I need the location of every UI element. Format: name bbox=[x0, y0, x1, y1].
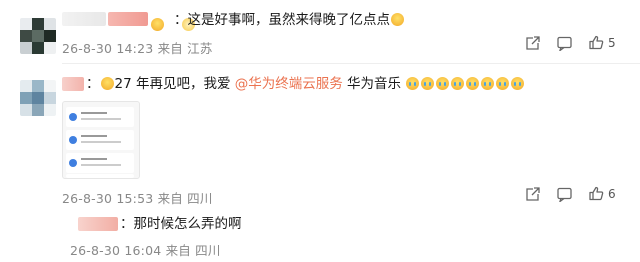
comment-location: 来自 江苏 bbox=[157, 41, 213, 56]
reply-username[interactable] bbox=[78, 217, 118, 231]
cry-emoji-icon bbox=[496, 77, 510, 90]
avatar[interactable] bbox=[20, 80, 56, 116]
cry-emoji-icon bbox=[451, 77, 465, 90]
comment-icon bbox=[557, 187, 572, 202]
image-thumbnail[interactable] bbox=[62, 101, 140, 179]
username-suffix[interactable] bbox=[108, 12, 148, 26]
comment-body-after: 华为音乐 bbox=[342, 76, 402, 92]
cry-emoji-icon bbox=[511, 77, 525, 90]
comment-prefix: ： bbox=[86, 76, 100, 92]
reply-location: 来自 四川 bbox=[165, 243, 221, 258]
username[interactable] bbox=[62, 77, 84, 91]
comment-meta: 26-8-30 15:53 来自 四川 bbox=[62, 188, 213, 207]
cry-emoji-icon bbox=[406, 77, 420, 90]
cry-emoji-icon bbox=[466, 77, 480, 90]
share-button[interactable] bbox=[525, 36, 540, 51]
comment-time: 26-8-30 15:53 bbox=[62, 191, 154, 206]
share-icon bbox=[526, 187, 540, 201]
like-button[interactable]: 5 bbox=[589, 35, 616, 50]
cry-emoji-icon bbox=[436, 77, 450, 90]
reply-time: 26-8-30 16:04 bbox=[70, 243, 162, 258]
laugh-emoji-icon bbox=[391, 13, 404, 26]
like-count: 6 bbox=[608, 186, 616, 201]
mention-link[interactable]: @华为终端云服务 bbox=[235, 76, 343, 92]
reply-body: ：那时候怎么弄的啊 bbox=[120, 216, 242, 232]
comment-body: ：这是好事啊，虽然来得晚了亿点点 bbox=[174, 12, 390, 28]
like-count: 5 bbox=[608, 35, 616, 50]
thumbs-up-icon bbox=[589, 35, 604, 50]
like-button[interactable]: 6 bbox=[589, 186, 616, 201]
reply-meta: 26-8-30 16:04 来自 四川 bbox=[70, 240, 221, 259]
share-icon bbox=[526, 36, 540, 50]
comment-text: ： 27 年再见吧，我爱 @华为终端云服务 华为音乐 bbox=[86, 75, 525, 93]
comment-icon bbox=[557, 36, 572, 51]
comment-button[interactable] bbox=[557, 187, 572, 202]
comment-meta: 26-8-30 14:23 来自 江苏 bbox=[62, 38, 213, 57]
share-button[interactable] bbox=[525, 187, 540, 202]
thumbs-up-icon bbox=[589, 186, 604, 201]
username[interactable] bbox=[62, 12, 106, 26]
dog-emoji-icon bbox=[100, 77, 114, 90]
comment-button[interactable] bbox=[557, 36, 572, 51]
comment-text: ：这是好事啊，虽然来得晚了亿点点 bbox=[174, 11, 405, 29]
comment-location: 来自 四川 bbox=[157, 191, 213, 206]
comment-body: 27 年再见吧，我爱 bbox=[114, 76, 235, 92]
emoji-icon bbox=[151, 18, 164, 31]
cry-emoji-icon bbox=[481, 77, 495, 90]
comment-time: 26-8-30 14:23 bbox=[62, 41, 154, 56]
cry-emoji-icon bbox=[421, 77, 435, 90]
comment-divider bbox=[62, 63, 640, 64]
avatar[interactable] bbox=[20, 18, 56, 54]
reply-text: ：那时候怎么弄的啊 bbox=[120, 215, 242, 233]
